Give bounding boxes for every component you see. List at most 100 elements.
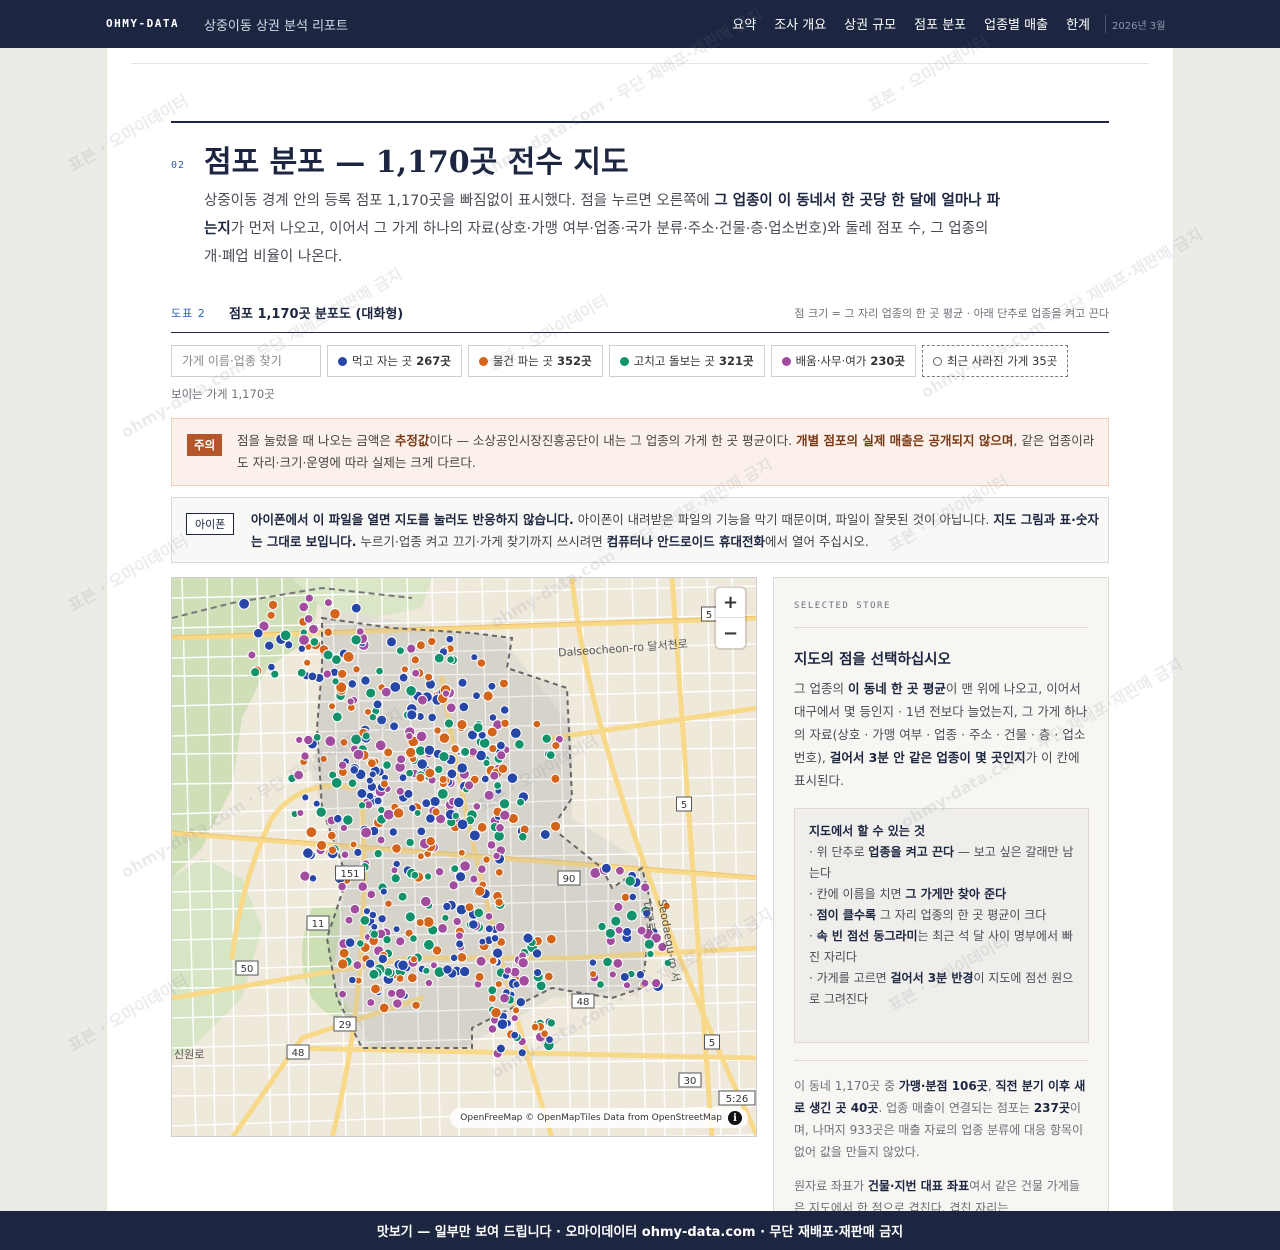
store-search-input[interactable] bbox=[171, 345, 321, 377]
store-point[interactable] bbox=[487, 681, 497, 691]
store-point[interactable] bbox=[394, 987, 407, 1000]
store-point[interactable] bbox=[438, 774, 448, 784]
store-point[interactable] bbox=[346, 697, 355, 706]
store-point[interactable] bbox=[451, 811, 460, 821]
store-point[interactable] bbox=[415, 730, 428, 743]
store-point[interactable] bbox=[355, 627, 365, 636]
nav-link-sales[interactable]: 업종별 매출 bbox=[984, 14, 1048, 33]
store-point[interactable] bbox=[390, 866, 399, 875]
store-point[interactable] bbox=[610, 915, 622, 927]
store-point[interactable] bbox=[458, 701, 470, 713]
store-point[interactable] bbox=[427, 712, 438, 723]
store-point[interactable] bbox=[492, 851, 501, 861]
store-point[interactable] bbox=[472, 802, 482, 811]
store-point[interactable] bbox=[369, 929, 380, 939]
store-point[interactable] bbox=[312, 732, 322, 742]
store-point[interactable] bbox=[423, 872, 433, 881]
store-point[interactable] bbox=[468, 919, 479, 930]
store-point[interactable] bbox=[378, 1002, 390, 1014]
store-point[interactable] bbox=[368, 713, 378, 722]
store-point[interactable] bbox=[379, 779, 389, 789]
store-point[interactable] bbox=[409, 934, 418, 943]
store-point[interactable] bbox=[339, 823, 349, 833]
store-point[interactable] bbox=[427, 636, 437, 647]
store-point[interactable] bbox=[495, 1043, 506, 1054]
store-point[interactable] bbox=[600, 862, 612, 874]
store-point[interactable] bbox=[490, 1007, 502, 1019]
store-point[interactable] bbox=[295, 735, 304, 744]
store-point[interactable] bbox=[509, 727, 522, 740]
store-point[interactable] bbox=[550, 773, 561, 784]
store-point[interactable] bbox=[486, 726, 498, 738]
store-point[interactable] bbox=[464, 780, 475, 791]
store-point[interactable] bbox=[550, 820, 562, 832]
store-point[interactable] bbox=[453, 796, 465, 809]
store-point[interactable] bbox=[316, 839, 328, 851]
store-point[interactable] bbox=[597, 921, 607, 932]
zoom-in-button[interactable]: + bbox=[716, 588, 745, 618]
store-point[interactable] bbox=[392, 925, 401, 934]
store-point[interactable] bbox=[532, 719, 542, 729]
store-point[interactable] bbox=[397, 891, 408, 902]
store-point[interactable] bbox=[545, 750, 556, 761]
store-point[interactable] bbox=[449, 953, 459, 963]
store-point[interactable] bbox=[330, 777, 343, 789]
store-point[interactable] bbox=[488, 744, 498, 754]
store-point[interactable] bbox=[391, 843, 402, 854]
store-point[interactable] bbox=[270, 669, 280, 679]
store-point[interactable] bbox=[441, 913, 450, 922]
store-point[interactable] bbox=[352, 748, 365, 761]
store-point[interactable] bbox=[382, 760, 392, 770]
store-point[interactable] bbox=[421, 798, 432, 809]
store-point[interactable] bbox=[459, 860, 471, 872]
store-point[interactable] bbox=[495, 823, 505, 833]
store-point[interactable] bbox=[410, 655, 420, 665]
filter-closed-stores[interactable]: 최근 사라진 가게 35곳 bbox=[921, 345, 1069, 377]
store-point[interactable] bbox=[499, 809, 511, 821]
store-point[interactable] bbox=[405, 685, 417, 697]
store-point[interactable] bbox=[348, 975, 357, 985]
store-point[interactable] bbox=[503, 966, 513, 975]
store-point[interactable] bbox=[308, 874, 318, 883]
store-point[interactable] bbox=[370, 922, 379, 931]
store-point[interactable] bbox=[331, 711, 343, 723]
store-point[interactable] bbox=[445, 702, 457, 714]
store-point[interactable] bbox=[377, 914, 387, 924]
store-point[interactable] bbox=[266, 610, 276, 620]
store-point[interactable] bbox=[303, 614, 314, 624]
store-point[interactable] bbox=[494, 897, 504, 907]
store-point[interactable] bbox=[347, 778, 358, 788]
store-point[interactable] bbox=[238, 597, 250, 610]
store-point[interactable] bbox=[349, 840, 358, 849]
store-point[interactable] bbox=[365, 687, 377, 699]
store-point[interactable] bbox=[518, 975, 530, 987]
store-point[interactable] bbox=[493, 781, 503, 790]
store-point[interactable] bbox=[446, 655, 455, 664]
zoom-out-button[interactable]: − bbox=[716, 618, 745, 648]
store-point[interactable] bbox=[497, 763, 509, 774]
store-point[interactable] bbox=[483, 789, 495, 801]
store-point[interactable] bbox=[551, 741, 561, 751]
store-point[interactable] bbox=[267, 599, 279, 611]
store-point[interactable] bbox=[395, 786, 405, 796]
store-point[interactable] bbox=[613, 901, 624, 913]
store-point[interactable] bbox=[309, 637, 320, 647]
store-map[interactable]: 5 151 90 11 50 29 48 30 5 48 5:26 5 Dalseocheon-ro … bbox=[171, 577, 757, 1137]
store-point[interactable] bbox=[303, 734, 314, 746]
store-point[interactable] bbox=[398, 672, 409, 683]
store-point[interactable] bbox=[357, 801, 367, 810]
store-point[interactable] bbox=[300, 751, 310, 761]
store-point[interactable] bbox=[416, 826, 427, 837]
store-point[interactable] bbox=[328, 702, 336, 711]
store-point[interactable] bbox=[379, 887, 388, 896]
store-point[interactable] bbox=[324, 735, 337, 748]
info-icon[interactable]: i bbox=[728, 1111, 742, 1125]
store-point[interactable] bbox=[382, 935, 392, 945]
store-point[interactable] bbox=[307, 671, 318, 682]
store-point[interactable] bbox=[395, 936, 406, 947]
store-point[interactable] bbox=[482, 690, 494, 702]
store-point[interactable] bbox=[470, 653, 479, 662]
store-point[interactable] bbox=[415, 918, 425, 927]
store-point[interactable] bbox=[333, 813, 343, 824]
store-point[interactable] bbox=[476, 658, 487, 668]
